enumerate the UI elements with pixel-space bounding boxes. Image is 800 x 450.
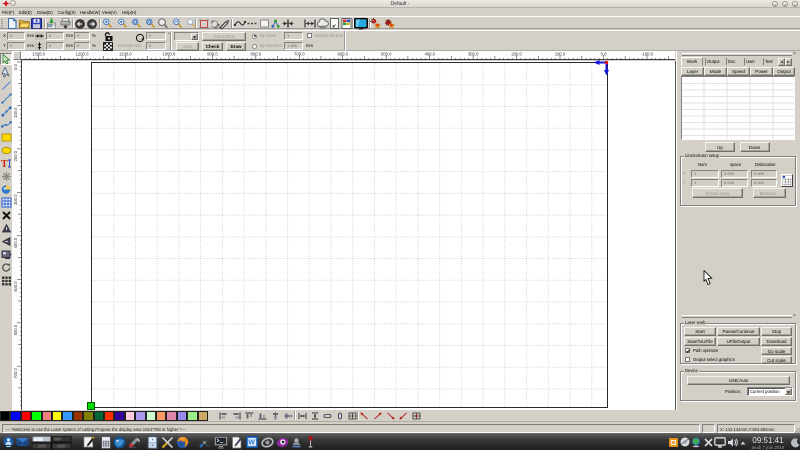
svg-text:200.0: 200.0	[511, 52, 522, 57]
svg-text:800.0: 800.0	[251, 52, 262, 57]
svg-text:100.0: 100.0	[13, 107, 18, 118]
svg-text:600.0: 600.0	[337, 52, 348, 57]
svg-text:1200.0: 1200.0	[76, 52, 89, 57]
svg-text:700.0: 700.0	[294, 52, 305, 57]
svg-text:400.0: 400.0	[424, 52, 435, 57]
svg-text:600.0: 600.0	[13, 324, 18, 335]
svg-text:0.0: 0.0	[13, 63, 18, 69]
svg-text:700.0: 700.0	[13, 368, 18, 379]
svg-text:300.0: 300.0	[13, 194, 18, 205]
svg-text:200.0: 200.0	[13, 150, 18, 161]
svg-text:W: W	[248, 440, 255, 447]
svg-text:1100.0: 1100.0	[119, 52, 132, 57]
svg-text:300.0: 300.0	[468, 52, 479, 57]
svg-text:1300.0: 1300.0	[32, 52, 45, 57]
svg-text:T: T	[1, 159, 8, 169]
svg-text:-100.0: -100.0	[641, 52, 654, 57]
svg-text:900.0: 900.0	[207, 52, 218, 57]
svg-text:1000.0: 1000.0	[162, 52, 175, 57]
svg-text:100.0: 100.0	[555, 52, 566, 57]
svg-text:500.0: 500.0	[381, 52, 392, 57]
svg-text:500.0: 500.0	[13, 281, 18, 292]
svg-text:400.0: 400.0	[13, 237, 18, 248]
svg-text:0.0: 0.0	[601, 52, 607, 57]
